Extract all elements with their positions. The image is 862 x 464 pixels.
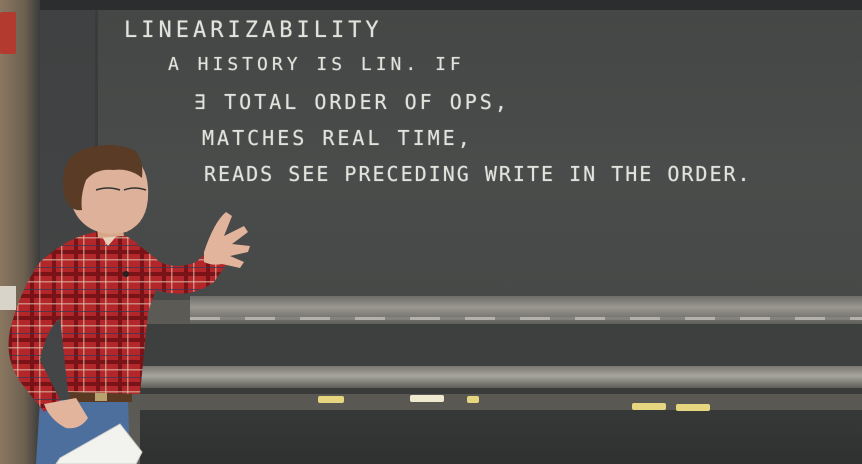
chalk-piece — [318, 396, 344, 403]
lecturer — [8, 145, 250, 464]
chalk-line-definition: A HISTORY IS LIN. IF — [168, 54, 465, 75]
lecturer-raised-hand — [204, 212, 250, 268]
chalk-heading: LINEARIZABILITY — [124, 18, 383, 43]
wall-red-tag — [0, 12, 16, 54]
lapel-microphone — [123, 271, 129, 277]
chalk-line-total-order: ∃ TOTAL ORDER OF OPS, — [194, 90, 510, 114]
chalk-line-reads: READS SEE PRECEDING WRITE IN THE ORDER. — [204, 162, 752, 186]
chalk-ledge-upper — [190, 296, 862, 324]
lecturer-plaid-shirt — [8, 230, 228, 412]
chalk-piece — [676, 404, 710, 411]
chalk-piece — [632, 403, 666, 410]
chalk-piece — [467, 396, 479, 403]
chalk-piece — [410, 395, 444, 402]
